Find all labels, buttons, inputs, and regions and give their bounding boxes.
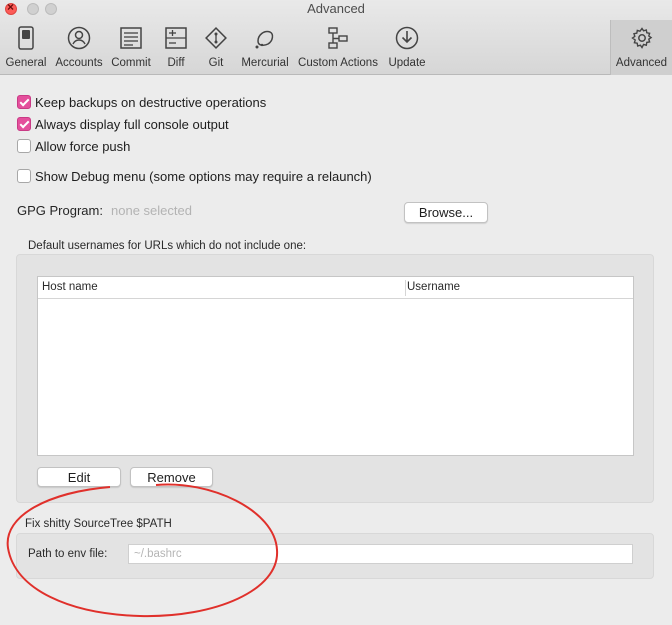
keep-backups-label: Keep backups on destructive operations [35, 94, 267, 110]
toolbar-accounts-label: Accounts [55, 57, 103, 69]
toolbar-git-label: Git [208, 57, 224, 69]
force-push-option[interactable]: Allow force push [17, 138, 130, 154]
column-divider[interactable] [405, 280, 406, 296]
toolbar-advanced[interactable]: Advanced [610, 20, 672, 75]
toolbar-commit-label: Commit [111, 57, 151, 69]
toolbar-mercurial-label: Mercurial [241, 57, 289, 69]
gear-icon [630, 27, 652, 49]
diff-icon [165, 27, 187, 49]
toolbar-advanced-label: Advanced [615, 57, 668, 69]
switch-icon [18, 26, 34, 50]
document-icon [120, 27, 142, 49]
force-push-label: Allow force push [35, 138, 131, 154]
toolbar-git[interactable]: Git [196, 20, 236, 75]
toolbar-custom-actions-label: Custom Actions [298, 57, 378, 69]
usernames-table[interactable]: Host name Username [37, 276, 634, 456]
toolbar-commit[interactable]: Commit [106, 20, 156, 75]
usernames-table-header: Host name Username [38, 277, 633, 299]
debug-menu-checkbox[interactable] [17, 169, 31, 183]
user-icon [67, 26, 91, 50]
toolbar-accounts[interactable]: Accounts [52, 20, 106, 75]
full-console-checkbox[interactable] [17, 117, 31, 131]
full-console-label: Always display full console output [35, 116, 229, 132]
toolbar-diff[interactable]: Diff [156, 20, 196, 75]
update-icon [395, 26, 419, 50]
browse-button[interactable]: Browse... [404, 202, 488, 223]
username-column-header[interactable]: Username [407, 281, 460, 293]
toolbar-diff-label: Diff [167, 57, 185, 69]
toolbar-general[interactable]: General [0, 20, 52, 75]
gpg-program-value: none selected [111, 203, 192, 218]
annotation-circle [6, 483, 279, 618]
usernames-caption: Default usernames for URLs which do not … [28, 240, 307, 252]
toolbar-update-label: Update [388, 57, 426, 69]
gpg-program-label: GPG Program: [17, 203, 103, 218]
toolbar-update[interactable]: Update [382, 20, 432, 75]
keep-backups-checkbox[interactable] [17, 95, 31, 109]
host-name-column-header[interactable]: Host name [42, 281, 98, 293]
toolbar-mercurial[interactable]: Mercurial [236, 20, 294, 75]
toolbar-general-label: General [5, 57, 47, 69]
git-icon [205, 27, 227, 49]
window-titlebar: Advanced General Accounts Commit [0, 0, 672, 75]
debug-menu-option[interactable]: Show Debug menu (some options may requir… [17, 168, 372, 184]
force-push-checkbox[interactable] [17, 139, 31, 153]
full-console-option[interactable]: Always display full console output [17, 116, 229, 132]
debug-menu-label: Show Debug menu (some options may requir… [35, 168, 372, 184]
window-title: Advanced [307, 1, 365, 16]
toolbar-custom-actions[interactable]: Custom Actions [294, 20, 382, 75]
keep-backups-option[interactable]: Keep backups on destructive operations [17, 94, 266, 110]
custom-actions-icon [328, 27, 348, 49]
mercurial-icon [255, 30, 274, 49]
